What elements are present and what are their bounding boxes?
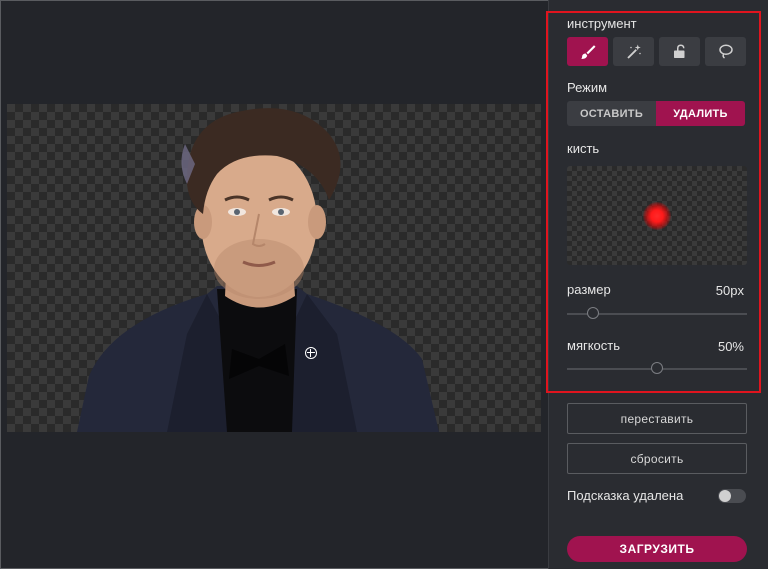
mode-delete-button[interactable]: УДАЛИТЬ xyxy=(656,101,745,126)
magic-wand-tool-button[interactable] xyxy=(613,37,654,66)
softness-label: мягкость xyxy=(567,338,621,353)
upload-button[interactable]: ЗАГРУЗИТЬ xyxy=(567,536,747,562)
brush-dot xyxy=(643,202,671,230)
eraser-icon xyxy=(673,43,684,58)
lasso-tool-button[interactable] xyxy=(705,37,746,66)
tool-label: инструмент xyxy=(567,16,637,31)
size-value: 50px xyxy=(715,283,744,298)
magic-wand-icon xyxy=(626,44,641,59)
hint-toggle-knob xyxy=(719,490,731,502)
editor-canvas-area xyxy=(1,1,547,568)
mode-label: Режим xyxy=(567,80,608,95)
size-label: размер xyxy=(567,282,611,297)
cutout-portrait-image xyxy=(77,108,439,432)
lasso-icon xyxy=(718,44,733,59)
softness-slider[interactable] xyxy=(567,362,747,374)
tool-selector xyxy=(567,37,747,66)
reset-button[interactable]: сбросить xyxy=(567,443,747,474)
hint-label: Подсказка удалена xyxy=(567,488,684,503)
brush-label: кисть xyxy=(567,141,600,156)
hint-toggle[interactable] xyxy=(718,489,746,503)
softness-value: 50% xyxy=(717,339,744,354)
brush-tool-button[interactable] xyxy=(567,37,608,66)
eraser-tool-button[interactable] xyxy=(659,37,700,66)
brush-cursor xyxy=(305,347,317,359)
reposition-button[interactable]: переставить xyxy=(567,403,747,434)
mode-toggle: ОСТАВИТЬ УДАЛИТЬ xyxy=(567,101,745,126)
brush-icon xyxy=(580,44,595,59)
brush-preview xyxy=(567,166,747,265)
mode-keep-button[interactable]: ОСТАВИТЬ xyxy=(567,101,656,126)
size-slider[interactable] xyxy=(567,307,747,319)
softness-slider-knob[interactable] xyxy=(651,362,663,374)
image-canvas[interactable] xyxy=(7,104,541,432)
